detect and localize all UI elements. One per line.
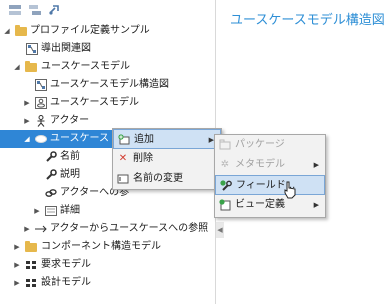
tree-item-label: 名前 bbox=[60, 151, 80, 162]
expand-arrow-icon[interactable]: ◢ bbox=[2, 22, 12, 40]
tree-item-label: ユースケース bbox=[50, 133, 109, 144]
menu-item-rename[interactable]: 名前の変更 bbox=[113, 169, 221, 189]
tree-item-label: アクター bbox=[50, 115, 90, 126]
tree-item-component-structure-model[interactable]: ▶ コンポーネント構造モデル bbox=[0, 238, 215, 256]
link-with-editor-icon[interactable] bbox=[48, 4, 62, 16]
delete-icon: ✕ bbox=[118, 153, 128, 164]
folder-icon bbox=[25, 61, 37, 72]
menu-item-label: 追加 bbox=[134, 134, 154, 145]
expand-arrow-icon[interactable]: ◢ bbox=[12, 58, 22, 76]
menu-item-label: 削除 bbox=[133, 153, 153, 164]
tree-item-usecase-structure-diagram[interactable]: ユースケースモデル構造図 bbox=[0, 76, 215, 94]
tree-item-label: 説明 bbox=[60, 169, 80, 180]
explorer-toolbar bbox=[0, 0, 215, 22]
view-definition-icon bbox=[219, 199, 231, 211]
link-icon bbox=[45, 187, 57, 199]
collapse-arrow-icon[interactable]: ▶ bbox=[22, 112, 32, 130]
field-add-icon bbox=[220, 180, 232, 192]
tree-item-usecase-model-element[interactable]: ▶ ユースケースモデル bbox=[0, 94, 215, 112]
expand-all-icon[interactable] bbox=[28, 4, 42, 16]
collapse-panel-chevron-icon[interactable]: ◀ bbox=[216, 222, 224, 238]
package-icon bbox=[219, 139, 231, 151]
mouse-cursor-icon bbox=[284, 181, 296, 199]
tree-item-label: ユースケースモデル bbox=[41, 61, 130, 72]
collapse-arrow-icon[interactable]: ▶ bbox=[32, 202, 42, 220]
submenu-item-field[interactable]: フィールド... bbox=[215, 175, 325, 195]
tree-item-label: 導出関連図 bbox=[41, 43, 91, 54]
tree-item-label: ユースケースモデル構造図 bbox=[50, 79, 169, 90]
submenu-item-view-definition[interactable]: ビュー定義 ▶ bbox=[215, 195, 325, 215]
tree-item-profile-sample[interactable]: ◢ プロファイル定義サンプル bbox=[0, 22, 215, 40]
rename-icon bbox=[117, 173, 129, 185]
menu-item-label: メタモデル bbox=[235, 159, 285, 170]
add-submenu: パッケージ ✲ メタモデル ▶ フィールド... ビュー定義 ▶ bbox=[214, 134, 326, 218]
wrench-icon bbox=[45, 151, 57, 163]
tree-item-requirement-model[interactable]: ▶ 要求モデル bbox=[0, 256, 215, 274]
collapse-arrow-icon[interactable]: ▶ bbox=[12, 238, 22, 256]
tree-item-usecase-model[interactable]: ◢ ユースケースモデル bbox=[0, 58, 215, 76]
actor-icon bbox=[35, 115, 47, 127]
folder-icon bbox=[25, 241, 37, 252]
tree-item-label: コンポーネント構造モデル bbox=[41, 241, 161, 252]
menu-item-add[interactable]: 追加 ▶ bbox=[113, 129, 221, 149]
box-icon bbox=[45, 205, 57, 217]
tree-item-label: ユースケースモデル bbox=[50, 97, 139, 108]
grid-icon bbox=[25, 277, 37, 289]
wrench-icon bbox=[45, 169, 57, 181]
tree-item-label: アクターからユースケースへの参照 bbox=[50, 223, 209, 234]
collapse-arrow-icon[interactable]: ▶ bbox=[12, 274, 22, 292]
tree-item-derivation-diagram[interactable]: 導出関連図 bbox=[0, 40, 215, 58]
collapse-arrow-icon[interactable]: ▶ bbox=[22, 94, 32, 112]
menu-item-label: パッケージ bbox=[235, 139, 285, 150]
model-icon bbox=[35, 97, 47, 109]
submenu-item-package[interactable]: パッケージ bbox=[215, 135, 325, 155]
submenu-arrow-icon: ▶ bbox=[313, 201, 319, 209]
diagram-icon bbox=[35, 79, 47, 91]
arrow-icon bbox=[34, 223, 47, 235]
tree-item-label: プロファイル定義サンプル bbox=[30, 25, 150, 36]
context-menu: 追加 ▶ ✕ 削除 名前の変更 bbox=[112, 128, 222, 190]
collapse-all-icon[interactable] bbox=[8, 4, 22, 16]
folder-icon bbox=[15, 25, 27, 36]
editor-title: ユースケースモデル構造図 bbox=[230, 13, 385, 28]
metamodel-icon: ✲ bbox=[220, 159, 230, 170]
tree-item-label: 設計モデル bbox=[41, 277, 91, 288]
diagram-icon bbox=[26, 43, 38, 55]
tree-item-details[interactable]: ▶ 詳細 bbox=[0, 202, 215, 220]
menu-item-label: ビュー定義 bbox=[235, 199, 285, 210]
menu-item-label: 名前の変更 bbox=[133, 173, 183, 184]
add-icon bbox=[118, 134, 130, 146]
tree-item-label: 要求モデル bbox=[41, 259, 91, 270]
tree-item-actor-to-usecase-ref[interactable]: ▶ アクターからユースケースへの参照 bbox=[0, 220, 215, 238]
collapse-arrow-icon[interactable]: ▶ bbox=[12, 256, 22, 274]
submenu-item-metamodel[interactable]: ✲ メタモデル ▶ bbox=[215, 155, 325, 175]
tree-item-label: 詳細 bbox=[60, 205, 80, 216]
tree-item-design-model[interactable]: ▶ 設計モデル bbox=[0, 274, 215, 292]
grid-icon bbox=[25, 259, 37, 271]
expand-arrow-icon[interactable]: ◢ bbox=[22, 130, 32, 148]
menu-item-delete[interactable]: ✕ 削除 bbox=[113, 149, 221, 169]
collapse-arrow-icon[interactable]: ▶ bbox=[22, 220, 32, 238]
usecase-icon bbox=[35, 133, 47, 145]
submenu-arrow-icon: ▶ bbox=[313, 161, 319, 169]
